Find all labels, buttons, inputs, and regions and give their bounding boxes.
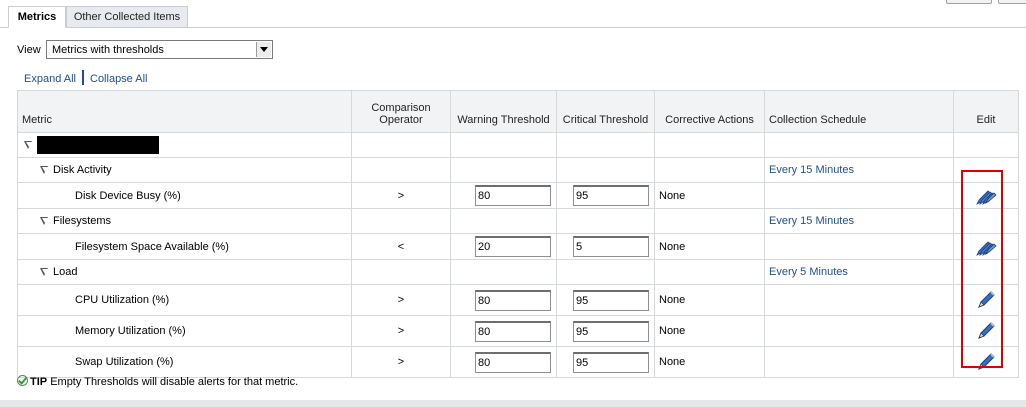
tab-metrics[interactable]: Metrics: [8, 6, 66, 28]
critical-threshold-input[interactable]: 5: [573, 236, 649, 257]
header-collection-schedule: Collection Schedule: [764, 90, 954, 133]
collection-schedule-link[interactable]: Every 15 Minutes: [764, 157, 954, 183]
comparison-operator: >: [351, 284, 451, 316]
chevron-down-icon: [260, 47, 268, 52]
expand-all-link[interactable]: Expand All: [24, 73, 76, 85]
table-row: Swap Utilization (%) > 80 95 None: [17, 346, 1019, 378]
comparison-operator: >: [351, 315, 451, 347]
table-row: Disk Activity Every 15 Minutes: [17, 157, 1019, 183]
view-label: View: [17, 44, 41, 56]
table-row: CPU Utilization (%) > 80 95 None: [17, 284, 1019, 316]
metric-cell: [17, 132, 352, 158]
critical-threshold-input[interactable]: 95: [573, 289, 649, 311]
corrective-actions: None: [654, 182, 765, 209]
redacted-target-name: [37, 136, 159, 154]
table-row: Filesystem Space Available (%) < 20 5 No…: [17, 233, 1019, 260]
metric-group-cell: Filesystems: [17, 208, 352, 234]
warning-threshold-input[interactable]: 80: [475, 320, 551, 342]
tab-bar: Metrics Other Collected Items: [0, 0, 1026, 28]
tip: TIP Empty Thresholds will disable alerts…: [17, 375, 298, 388]
expand-triangle-icon[interactable]: [40, 166, 49, 175]
table-row: Load Every 5 Minutes: [17, 259, 1019, 285]
table-row: Memory Utilization (%) > 80 95 None: [17, 315, 1019, 347]
expand-triangle-icon[interactable]: [40, 217, 49, 226]
highlight-box: [961, 170, 1003, 368]
expand-triangle-icon[interactable]: [40, 268, 49, 277]
view-select-value: Metrics with thresholds: [52, 44, 164, 56]
view-select[interactable]: Metrics with thresholds: [46, 40, 273, 59]
corrective-actions: None: [654, 233, 765, 260]
metric-name: Disk Device Busy (%): [17, 182, 352, 209]
comparison-operator: >: [351, 182, 451, 209]
collection-schedule-link[interactable]: Every 15 Minutes: [764, 208, 954, 234]
corrective-actions: None: [654, 346, 765, 378]
metrics-table: Metric Comparison Operator Warning Thres…: [17, 90, 1019, 378]
tip-label: TIP: [30, 376, 48, 388]
header-critical-threshold: Critical Threshold: [556, 90, 655, 133]
group-label: Filesystems: [53, 215, 112, 227]
metric-name: Filesystem Space Available (%): [17, 233, 352, 260]
link-separator: [82, 70, 84, 85]
metric-group-cell: Disk Activity: [17, 157, 352, 183]
critical-threshold-input[interactable]: 95: [573, 351, 649, 373]
header-edit: Edit: [953, 90, 1019, 133]
comparison-operator: >: [351, 346, 451, 378]
warning-threshold-input[interactable]: 80: [475, 185, 551, 206]
expand-triangle-icon[interactable]: [24, 141, 33, 149]
bottom-bar: [0, 400, 1026, 407]
group-label: Load: [53, 266, 78, 278]
metric-name: CPU Utilization (%): [17, 284, 352, 316]
check-circle-icon: [17, 375, 28, 386]
header-warning-threshold: Warning Threshold: [450, 90, 557, 133]
table-row: [17, 132, 1019, 158]
collapse-all-link[interactable]: Collapse All: [90, 73, 147, 85]
corrective-actions: None: [654, 315, 765, 347]
corrective-actions: None: [654, 284, 765, 316]
metric-name: Memory Utilization (%): [17, 315, 352, 347]
tab-rule: [0, 27, 1026, 28]
warning-threshold-input[interactable]: 80: [475, 289, 551, 311]
collection-schedule-link[interactable]: Every 5 Minutes: [764, 259, 954, 285]
tab-other-collected-items[interactable]: Other Collected Items: [66, 6, 188, 27]
tip-text: Empty Thresholds will disable alerts for…: [50, 376, 299, 388]
header-corrective-actions: Corrective Actions: [654, 90, 765, 133]
group-label: Disk Activity: [53, 164, 112, 176]
metric-group-cell: Load: [17, 259, 352, 285]
table-row: Filesystems Every 15 Minutes: [17, 208, 1019, 234]
metric-name: Swap Utilization (%): [17, 346, 352, 378]
comparison-operator: <: [351, 233, 451, 260]
critical-threshold-input[interactable]: 95: [573, 185, 649, 206]
header-metric: Metric: [17, 90, 352, 133]
table-row: Disk Device Busy (%) > 80 95 None: [17, 182, 1019, 209]
dropdown-button[interactable]: [256, 42, 271, 57]
warning-threshold-input[interactable]: 20: [475, 236, 551, 257]
critical-threshold-input[interactable]: 95: [573, 320, 649, 342]
warning-threshold-input[interactable]: 80: [475, 351, 551, 373]
header-comparison-operator: Comparison Operator: [351, 90, 451, 133]
